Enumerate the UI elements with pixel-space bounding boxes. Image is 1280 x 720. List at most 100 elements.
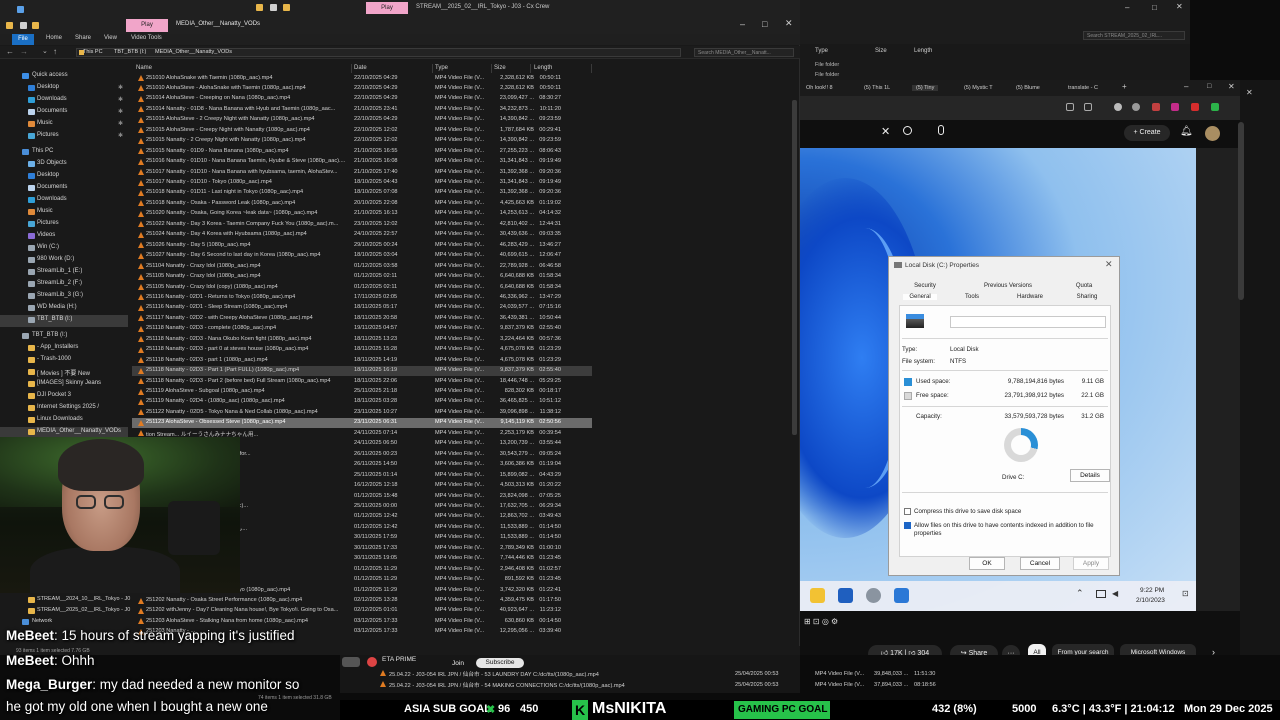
new-tab-icon[interactable]: +: [1122, 82, 1127, 91]
extension-icon[interactable]: [1066, 103, 1074, 111]
file-row[interactable]: 251010 AlohaSnake with Taemin (1080p_aac…: [132, 73, 592, 83]
nav-pc-videos[interactable]: Videos: [0, 231, 128, 243]
file-row[interactable]: 251123 AlohaSteve - Obsessed Steve (1080…: [132, 417, 592, 429]
nav-pc-music[interactable]: Music: [0, 207, 128, 219]
search-icon[interactable]: [903, 126, 912, 135]
column-type[interactable]: Type: [435, 65, 448, 71]
file-row[interactable]: 251117 Nanatty - 02D2 - with Creepy Aloh…: [132, 313, 592, 323]
minimize-icon[interactable]: –: [740, 19, 745, 29]
channel-name[interactable]: ETA PRIME: [382, 656, 416, 663]
file-row[interactable]: 251118 Nanatty - 02D3 - part 1 (1080p_aa…: [132, 355, 592, 365]
tab-sharing[interactable]: Sharing: [1071, 294, 1103, 300]
nav-pictures[interactable]: Pictures ✱: [0, 131, 128, 143]
breadcrumb-this-pc[interactable]: This PC: [83, 49, 103, 55]
file-row[interactable]: 251116 Nanatty - 02D1 - Sleep Stream (10…: [132, 303, 592, 313]
file-row[interactable]: 251018 Nanatty - 01D11 - Last night in T…: [132, 188, 592, 198]
nav-desktop[interactable]: Desktop ✱: [0, 83, 128, 95]
file-row[interactable]: 251018 Nanatty - Osaka - Password Leak (…: [132, 198, 592, 208]
file-row[interactable]: 251015 Nanatty - 2 Creepy Night with Nan…: [132, 136, 592, 146]
nav-downloads[interactable]: Downloads ✱: [0, 95, 128, 107]
forward-arrow-icon[interactable]: →: [20, 47, 28, 56]
nav-pc-downloads[interactable]: Downloads: [0, 195, 128, 207]
file-row[interactable]: 251202 Nanatty - Osaka Street Performanc…: [132, 596, 592, 606]
properties-toolbar-icon[interactable]: [270, 4, 277, 11]
avatar[interactable]: [1205, 126, 1220, 141]
browser-tab[interactable]: (5) Mystic T: [964, 85, 993, 91]
index-checkbox[interactable]: [904, 522, 911, 529]
file-row[interactable]: 251026 Nanatty - Day 5 (1080p_aac).mp4 29…: [132, 240, 592, 250]
nav-drive-h[interactable]: WD Media (H:): [0, 303, 128, 315]
file-row[interactable]: 251202 withJenny - Day7 Cleaning Nana ho…: [132, 606, 592, 616]
nav-folder-movies[interactable]: [ Movies ] 不要 New: [0, 367, 128, 379]
ribbon-tab-home[interactable]: Home: [46, 35, 62, 41]
nav-documents[interactable]: Documents ✱: [0, 107, 128, 119]
nav-folder-images[interactable]: [IMAGES] Skinny Jeans: [0, 379, 128, 391]
file-row[interactable]: 251105 Nanatty - Crazy Idol (copy) (1080…: [132, 282, 592, 292]
close-icon[interactable]: ✕: [1246, 88, 1253, 97]
browser-tab[interactable]: (5) This 1L: [864, 85, 890, 91]
file-row[interactable]: 251027 Nanatty - Day 6 Second to last da…: [132, 251, 592, 261]
address-box[interactable]: This PC TBT_BTB (I:) MEDIA_Other__Nanatt…: [76, 48, 681, 57]
nav-drive-c[interactable]: Win (C:): [0, 243, 128, 255]
minimize-icon[interactable]: –: [1125, 3, 1129, 12]
nav-folder-internet-settings[interactable]: Internet Settings 2025 /: [0, 403, 128, 415]
column-length[interactable]: Length: [534, 65, 552, 71]
column-size[interactable]: Size: [494, 65, 506, 71]
up-arrow-icon[interactable]: ↑: [53, 47, 57, 56]
disk-app-icon[interactable]: [894, 588, 909, 603]
file-row[interactable]: 251119 AlohaSteve - Subgoal (1080p_aac).…: [132, 387, 592, 397]
nav-drive-d[interactable]: 980 Work (D:): [0, 255, 128, 267]
file-row[interactable]: 251105 Nanatty - Crazy Idol (1080p_aac).…: [132, 272, 592, 282]
nav-tbt-drive[interactable]: TBT_BTB (I:): [0, 331, 128, 343]
file-row[interactable]: 251119 Nanatty - 02D4 - (1080p_aac) (108…: [132, 397, 592, 407]
nav-3d-objects[interactable]: 3D Objects: [0, 159, 128, 171]
cancel-button[interactable]: Cancel: [1020, 557, 1060, 570]
properties-toolbar-icon[interactable]: [20, 22, 27, 29]
close-icon[interactable]: ✕: [1228, 82, 1235, 91]
explorer-search-input[interactable]: Search MEDIA_Other__Nanatt...: [694, 48, 794, 57]
vertical-scrollbar[interactable]: [792, 100, 797, 435]
nav-folder-dji[interactable]: DJI Pocket 3: [0, 391, 128, 403]
file-row[interactable]: 251118 Nanatty - 02D3 - part 0 at steves…: [132, 345, 592, 355]
tab-security[interactable]: Security: [907, 283, 943, 289]
play-context-tab-2[interactable]: Play: [366, 2, 408, 14]
ribbon-tab-file[interactable]: File: [12, 34, 34, 45]
file-row[interactable]: 251016 Nanatty - 01D10 - Nana Banana Tae…: [132, 157, 592, 167]
browser-tab[interactable]: (5) Blume: [1016, 85, 1040, 91]
new-folder-toolbar-icon[interactable]: [32, 22, 39, 29]
extension-icon[interactable]: [1114, 103, 1122, 111]
back-arrow-icon[interactable]: ←: [6, 47, 14, 56]
tab-general[interactable]: General: [903, 294, 937, 300]
caption-icon[interactable]: ⊞ ⊡ ◎ ⚙: [804, 617, 838, 626]
breadcrumb-drive[interactable]: TBT_BTB (I:): [114, 49, 146, 55]
file-explorer-icon[interactable]: [810, 588, 825, 603]
channel-avatar[interactable]: [342, 657, 360, 667]
nav-drive-f[interactable]: StreamLib_2 (F:): [0, 279, 128, 291]
file-row[interactable]: 251116 Nanatty - 02D1 - Returns to Tokyo…: [132, 292, 592, 302]
browser-scrollbar[interactable]: [1238, 122, 1244, 300]
file-row[interactable]: 251017 Nanatty - 01D10 - Nana Banana wit…: [132, 167, 592, 177]
nav-music[interactable]: Music ✱: [0, 119, 128, 131]
volume-icon[interactable]: ◀︎: [1112, 589, 1118, 598]
close-search-icon[interactable]: ✕: [881, 125, 890, 138]
nav-pc-pictures[interactable]: Pictures: [0, 219, 128, 231]
column-name[interactable]: Name: [136, 65, 152, 71]
file-row[interactable]: 251022 Nanatty - Day 3 Korea - Taemin Co…: [132, 219, 592, 229]
compress-checkbox[interactable]: [904, 508, 911, 515]
nav-folder-trash[interactable]: - Trash-1000: [0, 355, 128, 367]
network-icon[interactable]: [1096, 590, 1106, 598]
notification-icon[interactable]: ⊡: [1182, 589, 1189, 598]
browser-tab[interactable]: translate - C: [1068, 85, 1098, 91]
browser-tab[interactable]: Oh look!! 8: [806, 85, 833, 91]
nav-quick-access[interactable]: Quick access: [0, 71, 128, 83]
file-row[interactable]: 251014 Nanatty - 01D8 - Nana Banana with…: [132, 104, 592, 114]
file-row[interactable]: 251118 Nanatty - 02D3 - Nana Okubo Koen …: [132, 334, 592, 344]
extension-icon[interactable]: [1191, 103, 1199, 111]
nav-drive-i[interactable]: TBT_BTB (I:): [0, 315, 128, 327]
file-row[interactable]: 251024 Nanatty - Day 4 Korea with Hyubsa…: [132, 230, 592, 240]
ok-button[interactable]: OK: [969, 557, 1005, 570]
drive-name-input[interactable]: [950, 316, 1106, 328]
browser-tab-active[interactable]: (5) Tiny: [912, 85, 939, 91]
extension-icon[interactable]: [1152, 103, 1160, 111]
close-icon[interactable]: ✕: [1176, 2, 1183, 11]
